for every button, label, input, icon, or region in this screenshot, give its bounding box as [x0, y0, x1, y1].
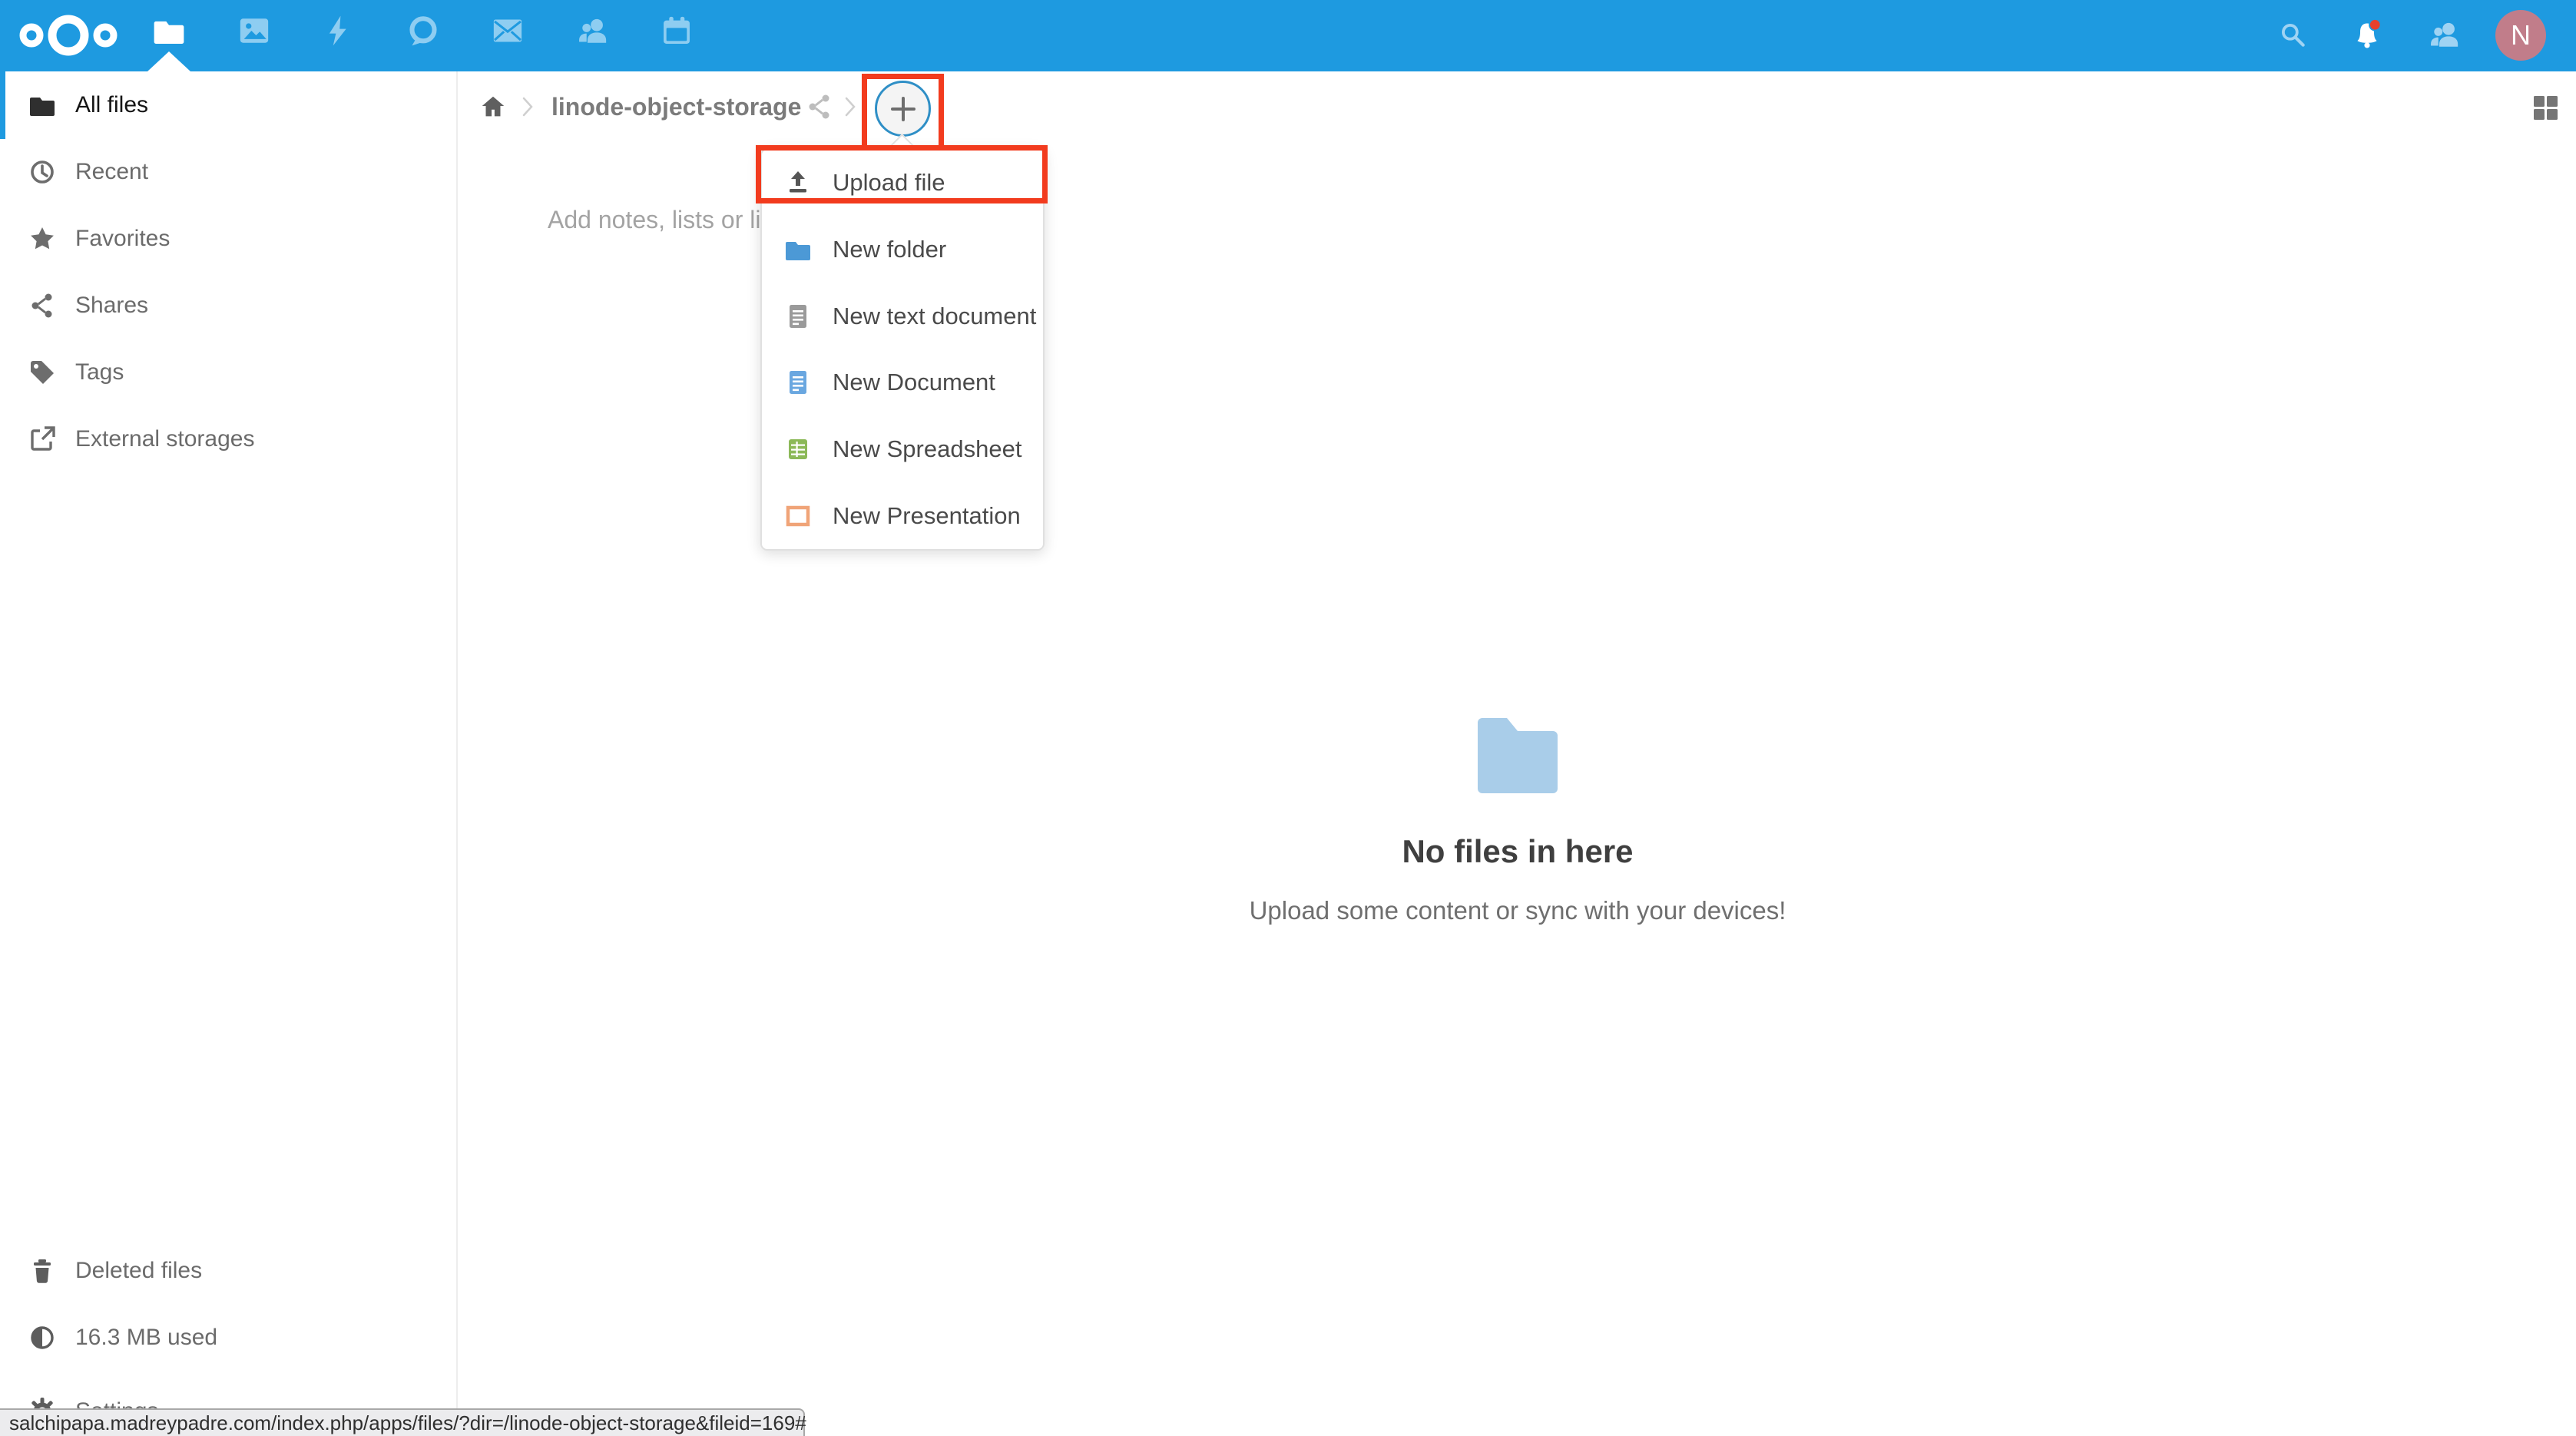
new-menu: Upload file New folder New text document…	[760, 148, 1045, 551]
grid-view-toggle-icon[interactable]	[2531, 94, 2559, 121]
sidebar-item-all-files[interactable]: All files	[0, 71, 458, 138]
app-icon-calendar[interactable]	[659, 13, 694, 48]
sidebar-item-label: Favorites	[75, 226, 170, 252]
trash-icon	[28, 1256, 57, 1285]
sidebar-item-label: Recent	[75, 159, 148, 185]
sidebar-item-quota: 16.3 MB used	[0, 1304, 458, 1371]
sidebar-item-deleted-files[interactable]: Deleted files	[0, 1237, 458, 1304]
active-app-indicator	[147, 51, 190, 71]
menu-item-label: New text document	[833, 303, 1036, 330]
sidebar-item-label: Deleted files	[75, 1258, 202, 1284]
folder-icon	[28, 91, 57, 120]
empty-state-subtitle: Upload some content or sync with your de…	[459, 896, 2576, 925]
menu-item-label: New Document	[833, 369, 995, 396]
contacts-menu-icon[interactable]	[2426, 17, 2462, 52]
sidebar-item-shares[interactable]: Shares	[0, 272, 458, 339]
status-url: salchipapa.madreypadre.com/index.php/app…	[9, 1411, 806, 1435]
upload-icon	[783, 168, 813, 197]
sidebar-item-recent[interactable]: Recent	[0, 138, 458, 205]
sidebar-item-label: All files	[75, 92, 148, 118]
notifications-bell-icon[interactable]	[2349, 17, 2385, 52]
menu-item-new-document[interactable]: New Document	[762, 349, 1043, 416]
app-icon-files[interactable]	[151, 13, 187, 48]
files-sidebar: All files Recent Favorites Shares Tags E…	[0, 71, 458, 1436]
tag-icon	[28, 358, 57, 387]
text-document-icon	[783, 302, 813, 331]
plus-icon	[888, 94, 919, 124]
clock-icon	[28, 157, 57, 187]
app-icon-photos[interactable]	[237, 13, 272, 48]
breadcrumb-home-icon[interactable]	[479, 93, 507, 121]
app-icon-mail[interactable]	[490, 13, 525, 48]
sidebar-item-label: Shares	[75, 293, 148, 319]
empty-folder-state: No files in here Upload some content or …	[459, 718, 2576, 925]
top-bar: N	[0, 0, 2576, 71]
folder-icon	[783, 235, 813, 264]
sidebar-item-external-storages[interactable]: External storages	[0, 405, 458, 472]
empty-folder-icon	[1478, 718, 1558, 793]
quota-pie-icon	[28, 1323, 57, 1352]
new-button[interactable]	[875, 81, 931, 137]
document-icon	[783, 368, 813, 397]
nextcloud-logo-icon[interactable]	[18, 12, 118, 59]
menu-item-new-text-document[interactable]: New text document	[762, 283, 1043, 349]
sidebar-item-label: External storages	[75, 426, 254, 452]
menu-item-new-spreadsheet[interactable]: New Spreadsheet	[762, 416, 1043, 483]
workspace-notes-placeholder[interactable]: Add notes, lists or lin	[548, 206, 774, 234]
avatar-initial: N	[2511, 19, 2531, 51]
chevron-right-icon	[840, 94, 860, 120]
app-icon-activity[interactable]	[321, 13, 356, 48]
browser-status-bar: salchipapa.madreypadre.com/index.php/app…	[0, 1408, 805, 1436]
app-icon-talk[interactable]	[406, 13, 441, 48]
menu-item-label: Upload file	[833, 169, 945, 197]
menu-item-label: New Spreadsheet	[833, 435, 1021, 463]
empty-state-title: No files in here	[459, 833, 2576, 870]
menu-item-label: New Presentation	[833, 502, 1021, 530]
sidebar-item-favorites[interactable]: Favorites	[0, 205, 458, 272]
quota-label: 16.3 MB used	[75, 1325, 217, 1351]
sidebar-item-tags[interactable]: Tags	[0, 339, 458, 405]
nextcloud-window: N All files Recent Favorites Shares Tags…	[0, 0, 2576, 1436]
share-icon	[28, 291, 57, 320]
star-icon	[28, 224, 57, 253]
sidebar-item-label: Tags	[75, 359, 124, 385]
search-icon[interactable]	[2277, 19, 2313, 55]
chevron-right-icon	[518, 94, 538, 120]
share-action-icon[interactable]	[805, 92, 834, 121]
app-icon-contacts[interactable]	[574, 13, 610, 48]
menu-item-new-presentation[interactable]: New Presentation	[762, 482, 1043, 549]
spreadsheet-icon	[783, 435, 813, 464]
menu-item-label: New folder	[833, 236, 946, 263]
presentation-icon	[783, 501, 813, 531]
external-link-icon	[28, 425, 57, 454]
menu-item-new-folder[interactable]: New folder	[762, 217, 1043, 283]
breadcrumb-folder[interactable]: linode-object-storage	[551, 93, 801, 121]
user-avatar[interactable]: N	[2495, 10, 2546, 61]
